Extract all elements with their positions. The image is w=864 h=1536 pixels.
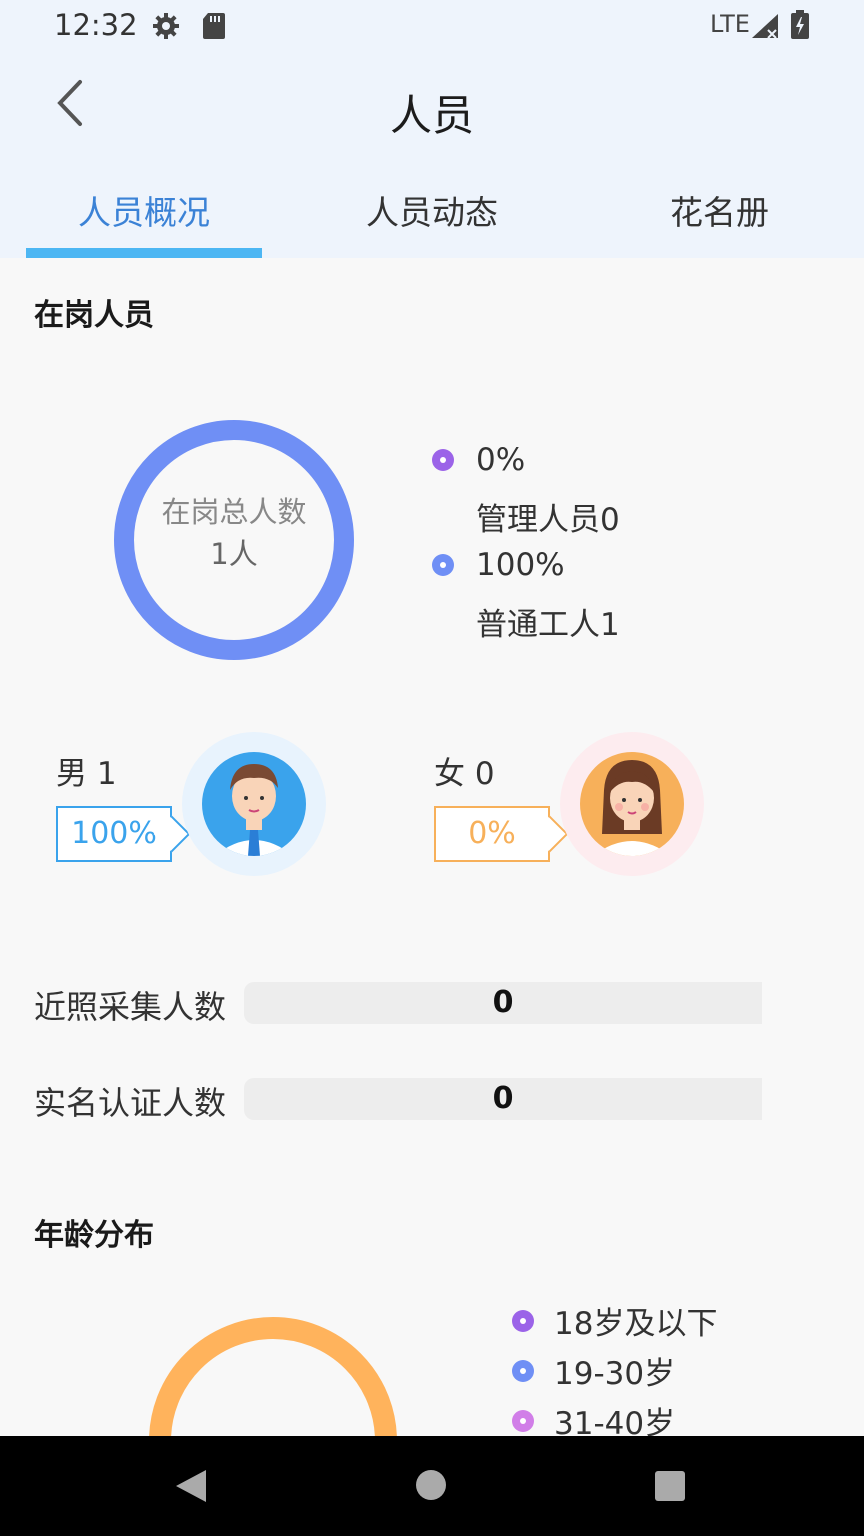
active-tab-indicator xyxy=(26,248,262,258)
on-duty-section-title: 在岗人员 xyxy=(34,298,154,333)
female-avatar-icon xyxy=(560,732,704,876)
photo-collected-value: 0 xyxy=(244,982,762,1024)
legend-manager-label: 管理人员0 xyxy=(476,502,620,538)
legend-worker-percent: 100% xyxy=(476,547,565,583)
on-duty-donut-chart: 在岗总人数 1人 xyxy=(114,420,354,660)
legend-worker-label: 普通工人1 xyxy=(476,607,620,643)
age-legend-label-1: 18岁及以下 xyxy=(554,1306,718,1342)
age-legend-dot-1 xyxy=(512,1310,534,1332)
legend-dot-worker xyxy=(432,554,454,576)
female-percent-badge: 0% xyxy=(434,806,569,862)
donut-label: 在岗总人数 xyxy=(161,495,306,529)
nav-recents-icon[interactable] xyxy=(654,1470,686,1502)
age-donut-chart xyxy=(149,1317,397,1436)
age-legend-dot-2 xyxy=(512,1360,534,1382)
system-nav-bar xyxy=(0,1436,864,1536)
sd-card-icon xyxy=(203,13,225,39)
page-title: 人员 xyxy=(389,91,474,140)
tab-roster[interactable]: 花名册 xyxy=(670,186,769,234)
real-name-verified-value: 0 xyxy=(244,1078,762,1120)
settings-gear-icon xyxy=(153,13,179,39)
nav-back-icon[interactable] xyxy=(174,1468,208,1504)
signal-icon xyxy=(752,14,778,39)
donut-value: 1人 xyxy=(210,537,257,571)
real-name-verified-label: 实名认证人数 xyxy=(34,1084,227,1122)
male-percent: 100% xyxy=(71,816,157,851)
male-avatar-icon xyxy=(182,732,326,876)
battery-charging-icon xyxy=(791,10,809,39)
age-legend-label-2: 19-30岁 xyxy=(554,1356,676,1392)
female-count: 女 0 xyxy=(434,756,495,792)
photo-collected-label: 近照采集人数 xyxy=(34,988,227,1026)
age-ring-segment xyxy=(149,1317,397,1436)
male-percent-badge: 100% xyxy=(56,806,191,862)
female-percent: 0% xyxy=(468,816,516,851)
nav-home-icon[interactable] xyxy=(415,1469,447,1501)
network-type: LTE xyxy=(710,10,750,38)
app-header: 人员 人员概况 人员动态 花名册 xyxy=(0,52,864,258)
status-time: 12:32 xyxy=(54,8,138,42)
male-count: 男 1 xyxy=(56,756,117,792)
tab-dynamics[interactable]: 人员动态 xyxy=(366,186,498,234)
legend-dot-manager xyxy=(432,449,454,471)
legend-manager-percent: 0% xyxy=(476,442,526,478)
tab-overview[interactable]: 人员概况 xyxy=(78,186,210,234)
status-bar: 12:32 LTE xyxy=(0,0,864,52)
age-legend-dot-3 xyxy=(512,1410,534,1432)
age-section-title: 年龄分布 xyxy=(34,1218,154,1253)
